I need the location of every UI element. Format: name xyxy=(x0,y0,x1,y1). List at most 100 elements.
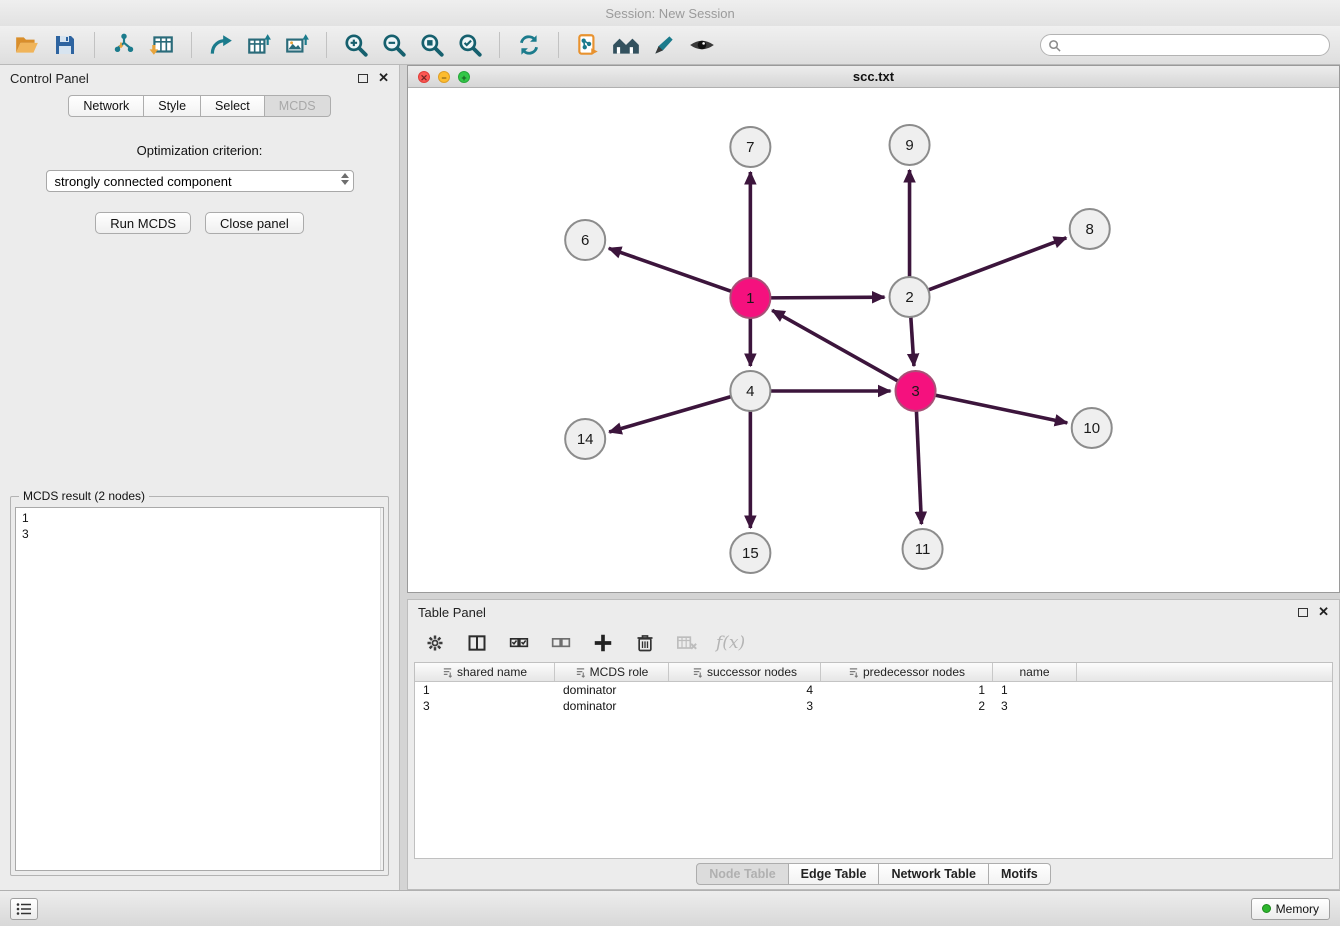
cell-successor-nodes[interactable]: 4 xyxy=(669,683,821,697)
tab-motifs[interactable]: Motifs xyxy=(989,863,1051,885)
edge-4-14[interactable] xyxy=(609,396,733,432)
search-input[interactable] xyxy=(1040,34,1330,56)
edge-3-10[interactable] xyxy=(933,395,1067,423)
tab-select[interactable]: Select xyxy=(201,95,265,117)
edge-1-6[interactable] xyxy=(609,248,734,292)
eye-button[interactable] xyxy=(685,29,719,61)
refresh-button[interactable] xyxy=(512,29,546,61)
table-row[interactable]: 3 dominator 3 2 3 xyxy=(415,698,1332,714)
cell-shared-name[interactable]: 1 xyxy=(415,683,555,697)
import-network-button[interactable] xyxy=(107,29,141,61)
zoom-selected-icon xyxy=(457,32,483,58)
node-10[interactable]: 10 xyxy=(1072,408,1112,448)
zoom-in-button[interactable] xyxy=(339,29,373,61)
cell-shared-name[interactable]: 3 xyxy=(415,699,555,713)
cell-name[interactable]: 1 xyxy=(993,683,1077,697)
column-header-name[interactable]: name xyxy=(993,663,1077,681)
node-label: 9 xyxy=(905,137,913,154)
edge-2-3[interactable] xyxy=(911,315,914,366)
column-header-successor-nodes[interactable]: successor nodes xyxy=(669,663,821,681)
table-toolbar: f(x) xyxy=(408,624,1339,662)
close-panel-icon[interactable]: ✕ xyxy=(1318,607,1329,617)
export-network-button[interactable] xyxy=(204,29,238,61)
function-builder-button[interactable]: f(x) xyxy=(716,633,745,653)
tab-edge-table[interactable]: Edge Table xyxy=(789,863,880,885)
edge-3-11[interactable] xyxy=(916,409,921,524)
float-panel-icon[interactable] xyxy=(1298,608,1308,617)
node-label: 8 xyxy=(1086,221,1094,238)
column-header-shared-name[interactable]: shared name xyxy=(415,663,555,681)
node-9[interactable]: 9 xyxy=(890,125,930,165)
node-2[interactable]: 2 xyxy=(890,277,930,317)
tab-network-table[interactable]: Network Table xyxy=(879,863,989,885)
column-header-predecessor-nodes[interactable]: predecessor nodes xyxy=(821,663,993,681)
node-label: 7 xyxy=(746,139,754,156)
tab-network[interactable]: Network xyxy=(68,95,144,117)
edge-1-2[interactable] xyxy=(768,297,884,298)
node-6[interactable]: 6 xyxy=(565,220,605,260)
trash-icon xyxy=(635,633,655,653)
sort-icon xyxy=(575,667,586,678)
memory-button[interactable]: Memory xyxy=(1251,898,1330,920)
table-row[interactable]: 1 dominator 4 1 1 xyxy=(415,682,1332,698)
column-header-mcds-role[interactable]: MCDS role xyxy=(555,663,669,681)
mcds-result-list[interactable]: 1 3 xyxy=(15,507,384,871)
tab-mcds[interactable]: MCDS xyxy=(265,95,331,117)
network-document-icon xyxy=(575,32,601,58)
network-window-titlebar[interactable]: scc.txt ✕ − + xyxy=(408,66,1339,88)
node-11[interactable]: 11 xyxy=(903,529,943,569)
node-15[interactable]: 15 xyxy=(730,533,770,573)
houses-button[interactable] xyxy=(609,29,643,61)
show-columns-button[interactable] xyxy=(464,630,490,656)
toolbar-separator xyxy=(499,32,500,58)
tab-node-table[interactable]: Node Table xyxy=(696,863,788,885)
criterion-dropdown[interactable]: strongly connected component xyxy=(46,170,354,192)
edge-2-8[interactable] xyxy=(926,238,1066,291)
node-1[interactable]: 1 xyxy=(730,278,770,318)
open-session-button[interactable] xyxy=(10,29,44,61)
toolbar-separator xyxy=(191,32,192,58)
cell-predecessor-nodes[interactable]: 1 xyxy=(821,683,993,697)
float-panel-icon[interactable] xyxy=(358,74,368,83)
node-label: 4 xyxy=(746,383,754,400)
run-mcds-button[interactable]: Run MCDS xyxy=(95,212,191,234)
node-4[interactable]: 4 xyxy=(730,371,770,411)
control-panel: Control Panel ✕ Network Style Select MCD… xyxy=(0,65,400,890)
edge-3-1[interactable] xyxy=(772,310,900,382)
node-8[interactable]: 8 xyxy=(1070,209,1110,249)
cell-successor-nodes[interactable]: 3 xyxy=(669,699,821,713)
cell-name[interactable]: 3 xyxy=(993,699,1077,713)
table-settings-button[interactable] xyxy=(422,630,448,656)
node-14[interactable]: 14 xyxy=(565,419,605,459)
cell-mcds-role[interactable]: dominator xyxy=(555,699,669,713)
unchecked-boxes-icon xyxy=(551,633,571,653)
table-panel-title: Table Panel xyxy=(418,605,486,620)
node-label: 3 xyxy=(911,383,919,400)
node-3[interactable]: 3 xyxy=(896,371,936,411)
delete-column-button[interactable] xyxy=(632,630,658,656)
network-document-button[interactable] xyxy=(571,29,605,61)
brush-button[interactable] xyxy=(647,29,681,61)
tab-style[interactable]: Style xyxy=(144,95,201,117)
export-image-button[interactable] xyxy=(280,29,314,61)
deselect-all-button[interactable] xyxy=(548,630,574,656)
zoom-selected-button[interactable] xyxy=(453,29,487,61)
task-history-button[interactable] xyxy=(10,898,38,920)
zoom-fit-button[interactable] xyxy=(415,29,449,61)
select-all-button[interactable] xyxy=(506,630,532,656)
close-panel-icon[interactable]: ✕ xyxy=(378,73,389,83)
add-column-button[interactable] xyxy=(590,630,616,656)
network-graph[interactable]: 7 9 6 8 1 2 4 3 14 10 15 11 xyxy=(408,88,1339,592)
network-canvas[interactable]: 7 9 6 8 1 2 4 3 14 10 15 11 xyxy=(408,88,1339,592)
result-scrollbar[interactable] xyxy=(380,508,383,870)
cell-mcds-role[interactable]: dominator xyxy=(555,683,669,697)
node-7[interactable]: 7 xyxy=(730,127,770,167)
cell-predecessor-nodes[interactable]: 2 xyxy=(821,699,993,713)
close-panel-button[interactable]: Close panel xyxy=(205,212,304,234)
import-table-icon xyxy=(149,32,175,58)
import-table-button[interactable] xyxy=(145,29,179,61)
zoom-out-button[interactable] xyxy=(377,29,411,61)
delete-table-button[interactable] xyxy=(674,630,700,656)
save-session-button[interactable] xyxy=(48,29,82,61)
export-table-button[interactable] xyxy=(242,29,276,61)
